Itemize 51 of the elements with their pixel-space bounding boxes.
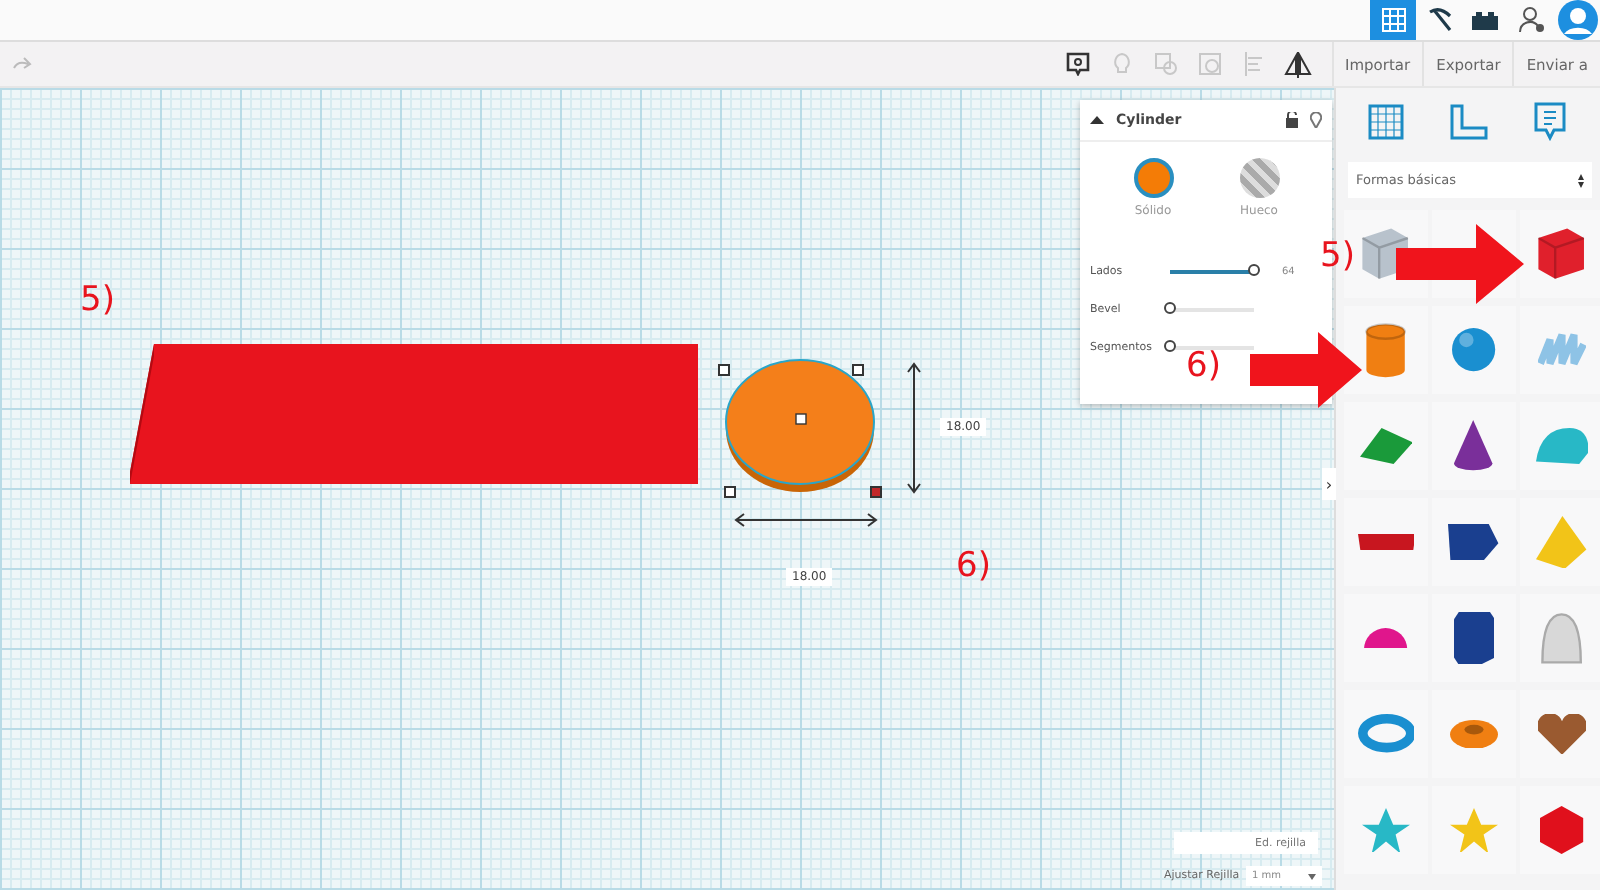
ruler-icon (1447, 104, 1488, 140)
mirror-icon (1283, 51, 1311, 77)
pickaxe-icon (1425, 6, 1453, 34)
note-icon (1532, 102, 1569, 142)
shape-tile[interactable] (1520, 306, 1600, 394)
collapse-panel-button[interactable]: › (1322, 468, 1336, 500)
shape-tile[interactable] (1432, 594, 1516, 682)
shape-tile[interactable] (1432, 690, 1516, 778)
slider-thumb[interactable] (1164, 340, 1176, 352)
workplane-icon (1365, 104, 1406, 140)
shape-tile[interactable] (1432, 402, 1516, 490)
slider-thumb[interactable] (1248, 264, 1260, 276)
height-dimension-arrow (906, 362, 922, 494)
shape-tile[interactable] (1344, 498, 1428, 586)
redo-icon (12, 56, 32, 72)
step-annotation: 6) (1186, 350, 1221, 384)
bulb-icon (1111, 52, 1131, 76)
slider-thumb[interactable] (1164, 302, 1176, 314)
shape-tile[interactable] (1432, 786, 1516, 874)
shape-tile[interactable] (1520, 498, 1600, 586)
ungroup-icon (1197, 52, 1221, 76)
align-icon (1243, 52, 1263, 76)
avatar-button[interactable] (1554, 0, 1600, 40)
shape-tile[interactable] (1344, 402, 1428, 490)
shape-tile[interactable] (1520, 786, 1600, 874)
grid-icon (1381, 8, 1405, 32)
step-annotation: 6) (956, 550, 991, 584)
step-annotation: 5) (80, 284, 115, 318)
shape-tile[interactable] (1344, 594, 1428, 682)
bricks-icon (1472, 11, 1498, 29)
shape-tile[interactable] (1520, 690, 1600, 778)
pin-icon[interactable] (1310, 112, 1322, 128)
lock-icon[interactable] (1286, 112, 1298, 128)
shape-tile[interactable] (1344, 786, 1428, 874)
group-icon (1153, 52, 1177, 76)
shape-tile[interactable] (1520, 594, 1600, 682)
shape-tile[interactable] (1344, 690, 1428, 778)
shape-tile[interactable] (1520, 402, 1600, 490)
shape-tile[interactable] (1520, 210, 1600, 298)
shape-tile[interactable] (1344, 306, 1428, 394)
shape-tile[interactable] (1432, 498, 1516, 586)
step-annotation: 5) (1320, 240, 1355, 274)
sort-icon (1578, 173, 1584, 187)
shape-tile[interactable] (1432, 306, 1516, 394)
add-user-icon (1517, 6, 1545, 34)
pointer-arrow-icon (1396, 224, 1524, 304)
caret-icon (1308, 873, 1316, 879)
collapse-icon[interactable] (1090, 116, 1104, 124)
note-icon (1065, 52, 1089, 76)
width-dimension-arrow (734, 512, 878, 528)
pointer-arrow-icon (1250, 332, 1362, 408)
